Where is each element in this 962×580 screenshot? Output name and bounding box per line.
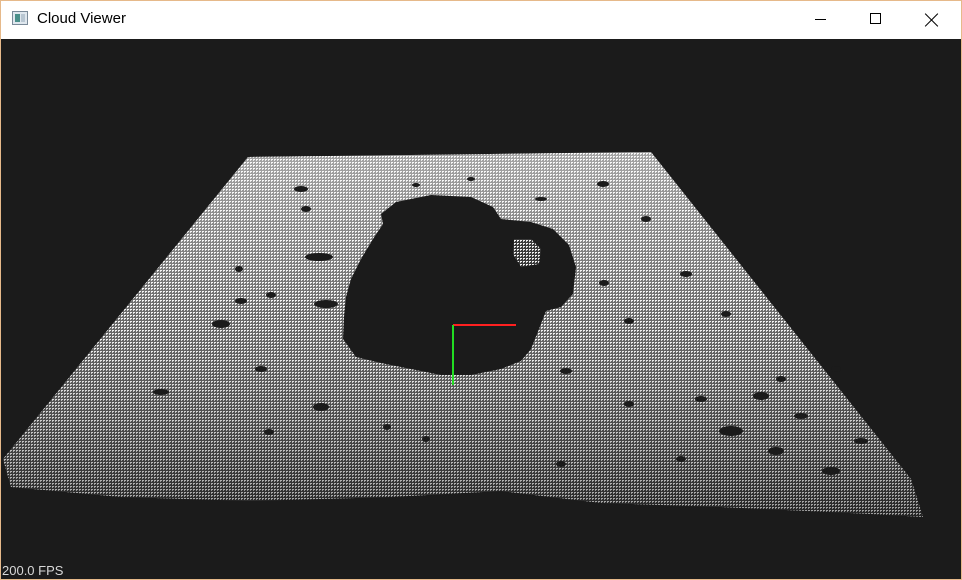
minimize-button[interactable] [797, 1, 843, 39]
title-bar[interactable]: Cloud Viewer [1, 1, 961, 39]
close-icon [925, 13, 939, 27]
close-button[interactable] [909, 1, 955, 39]
window-title: Cloud Viewer [37, 10, 126, 27]
fps-counter: 200.0 FPS [2, 563, 64, 578]
app-icon [12, 11, 28, 25]
point-cloud-viewport[interactable]: 200.0 FPS [1, 39, 961, 579]
maximize-button[interactable] [853, 1, 899, 39]
point-cloud-canvas[interactable] [1, 39, 961, 579]
cloud-viewer-window: Cloud Viewer 200.0 FPS [0, 0, 962, 580]
minimize-icon [815, 19, 826, 20]
maximize-icon [870, 13, 881, 24]
